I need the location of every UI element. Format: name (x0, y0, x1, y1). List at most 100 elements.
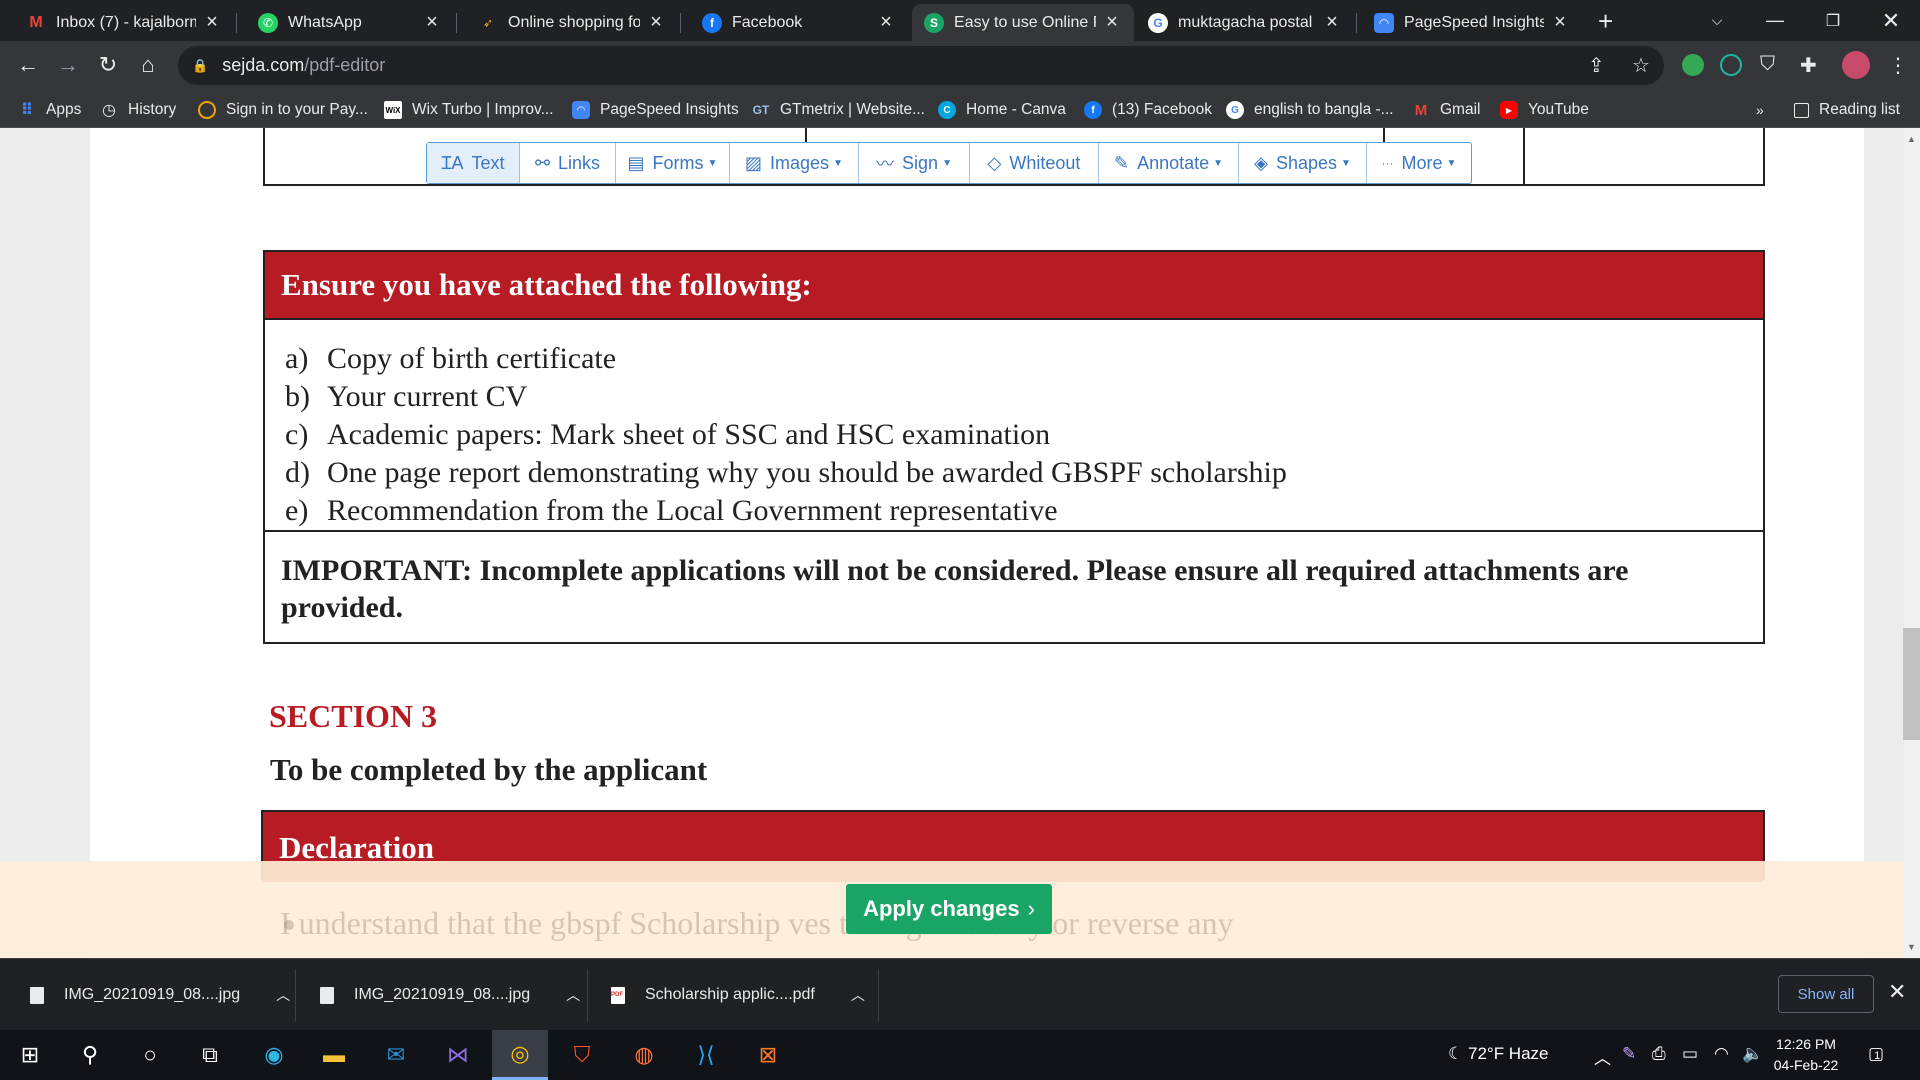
wifi-icon[interactable]: ◠ (1714, 1044, 1729, 1064)
close-tab-icon[interactable]: × (1102, 11, 1122, 34)
xampp-icon[interactable]: ⊠ (740, 1030, 796, 1080)
new-tab-button[interactable]: + (1598, 6, 1613, 37)
close-tab-icon[interactable]: × (1550, 11, 1570, 34)
system-clock[interactable]: 12:26 PM 04-Feb-22 (1770, 1034, 1842, 1076)
browser-tab[interactable]: ✆ WhatsApp × (246, 4, 454, 41)
bookmark-apps[interactable]: ⠿ Apps (18, 98, 82, 122)
restore-button[interactable]: ❐ (1806, 0, 1860, 41)
close-window-button[interactable]: ✕ (1864, 0, 1918, 41)
section-subtitle[interactable]: To be completed by the applicant (270, 752, 707, 788)
close-tab-icon[interactable]: × (1322, 11, 1342, 34)
battery-icon[interactable]: ▭ (1682, 1044, 1698, 1064)
vscode-icon[interactable]: ⟩⟨ (678, 1030, 734, 1080)
scroll-down-arrow-icon[interactable]: ▼ (1907, 942, 1916, 952)
scroll-up-arrow-icon[interactable]: ▲ (1907, 134, 1916, 144)
close-tab-icon[interactable]: × (422, 11, 442, 34)
volume-icon[interactable]: 🔈 (1742, 1044, 1763, 1064)
browser-tab[interactable]: f Facebook × (690, 4, 908, 41)
close-tab-icon[interactable]: × (202, 11, 222, 34)
browser-tab[interactable]: ◠ PageSpeed Insights × (1362, 4, 1582, 41)
links-tool-button[interactable]: ⚯ Links (520, 143, 616, 183)
chevron-up-icon[interactable]: ︿ (276, 985, 290, 1005)
list-item[interactable]: c) Academic papers: Mark sheet of SSC and… (285, 416, 1763, 454)
text-tool-button[interactable]: ꞮA Text (427, 143, 520, 183)
address-bar[interactable]: 🔒 sejda.com/pdf-editor (178, 46, 1664, 85)
minimize-button[interactable]: — (1748, 0, 1802, 41)
close-shelf-icon[interactable]: ✕ (1888, 979, 1906, 1005)
list-item[interactable]: a) Copy of birth certificate (285, 340, 1763, 378)
browser-tab[interactable]: M Inbox (7) - kajalborm × (14, 4, 234, 41)
extension-icon[interactable] (1682, 54, 1704, 76)
whiteout-tool-button[interactable]: ◇ Whiteout (970, 143, 1099, 183)
browser-tab-active[interactable]: S Easy to use Online PD × (912, 4, 1134, 41)
back-arrow-icon[interactable]: ← (12, 49, 44, 81)
firefox-icon[interactable]: ◍ (616, 1030, 672, 1080)
cortana-icon[interactable]: ○ (122, 1030, 178, 1080)
download-item[interactable]: IMG_20210919_08....jpg ︿ (30, 959, 290, 1031)
show-all-button[interactable]: Show all (1778, 975, 1874, 1013)
more-tool-button[interactable]: ··· More ▼ (1367, 143, 1471, 183)
task-view-icon[interactable]: ⧉ (182, 1030, 238, 1080)
list-letter: d) (285, 456, 310, 489)
sign-tool-button[interactable]: 〰 Sign ▼ (859, 143, 970, 183)
file-explorer-icon[interactable]: ▬ (306, 1030, 362, 1080)
images-tool-button[interactable]: ▨ Images ▼ (730, 143, 859, 183)
download-item[interactable]: IMG_20210919_08....jpg ︿ (320, 959, 580, 1031)
home-icon[interactable]: ⌂ (132, 49, 164, 81)
list-item[interactable]: b) Your current CV (285, 378, 1763, 416)
tab-search-icon[interactable]: ⌵ (1690, 0, 1744, 41)
annotate-tool-button[interactable]: ✎ Annotate ▼ (1099, 143, 1239, 183)
browser-tab[interactable]: ➶ Online shopping for A × (466, 4, 678, 41)
bookmark-item[interactable]: Genglish to bangla -... (1226, 98, 1394, 122)
menu-dots-icon[interactable]: ⋮ (1888, 53, 1908, 78)
brave-icon[interactable]: ⛉ (554, 1030, 610, 1080)
scrollbar-track[interactable] (1904, 128, 1920, 958)
profile-avatar[interactable] (1842, 51, 1870, 79)
puzzle-extensions-icon[interactable]: ✚ (1800, 53, 1817, 78)
bookmark-item[interactable]: Sign in to your Pay... (198, 98, 368, 122)
mail-icon[interactable]: ✉ (368, 1030, 424, 1080)
reload-icon[interactable]: ↻ (92, 49, 124, 81)
apply-changes-button[interactable]: Apply changes › (846, 884, 1052, 934)
forms-tool-button[interactable]: ▤ Forms ▼ (616, 143, 730, 183)
chevron-up-icon[interactable]: ︿ (566, 985, 580, 1005)
bookmark-item[interactable]: ◠ PageSpeed Insights (572, 98, 739, 122)
close-tab-icon[interactable]: × (876, 11, 896, 34)
section-title[interactable]: SECTION 3 (269, 698, 437, 735)
bookmark-star-icon[interactable]: ☆ (1632, 53, 1650, 78)
download-item[interactable]: Scholarship applic....pdf ︿ (611, 959, 865, 1031)
tray-overflow-icon[interactable]: ︿ (1594, 1044, 1611, 1069)
weather-widget[interactable]: ☾ 72°F Haze (1448, 1044, 1549, 1064)
bookmark-item[interactable]: C Home - Canva (938, 98, 1066, 122)
windows-start-icon[interactable]: ⊞ (2, 1030, 58, 1080)
scrollbar-thumb[interactable] (1903, 628, 1920, 740)
bookmark-item[interactable]: GT GTmetrix | Website... (752, 98, 925, 122)
attachments-heading[interactable]: Ensure you have attached the following: (265, 252, 1763, 320)
shapes-tool-button[interactable]: ◈ Shapes ▼ (1239, 143, 1367, 183)
visual-studio-icon[interactable]: ⋈ (430, 1030, 486, 1080)
bookmarks-overflow-icon[interactable]: » (1756, 98, 1764, 122)
share-icon[interactable]: ⇪ (1588, 53, 1605, 78)
bookmark-item[interactable]: ▶ YouTube (1500, 98, 1589, 122)
reading-list-button[interactable]: Reading list (1794, 98, 1900, 122)
search-icon[interactable]: ⚲ (62, 1030, 118, 1080)
forward-arrow-icon[interactable]: → (52, 49, 84, 81)
list-item[interactable]: d) One page report demonstrating why you … (285, 454, 1763, 492)
extension-icon[interactable] (1720, 54, 1742, 76)
lock-icon[interactable]: 🔒 (192, 58, 208, 74)
bookmark-item[interactable]: f (13) Facebook (1084, 98, 1212, 122)
bookmark-history[interactable]: ◷ History (100, 98, 176, 122)
chevron-up-icon[interactable]: ︿ (851, 985, 865, 1005)
chrome-icon[interactable]: ◎ (492, 1030, 548, 1080)
bookmark-item[interactable]: WiX Wix Turbo | Improv... (384, 98, 554, 122)
browser-tab[interactable]: G muktagacha postal co × (1136, 4, 1354, 41)
edge-icon[interactable]: ◉ (246, 1030, 302, 1080)
close-tab-icon[interactable]: × (646, 11, 666, 34)
important-notice[interactable]: IMPORTANT: Incomplete applications will … (265, 532, 1763, 626)
shield-icon[interactable]: ⛉ (1760, 53, 1775, 76)
list-item[interactable]: e) Recommendation from the Local Governme… (285, 492, 1763, 530)
notifications-icon[interactable]: ▢1 (1868, 1044, 1884, 1064)
pen-tray-icon[interactable]: ✎ (1622, 1044, 1636, 1064)
bookmark-item[interactable]: M Gmail (1412, 98, 1481, 122)
meet-now-icon[interactable]: ⎙ (1652, 1044, 1666, 1064)
